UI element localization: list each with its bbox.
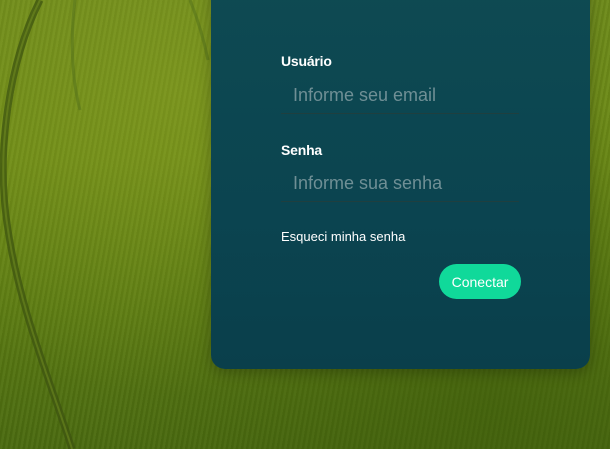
login-panel: Usuário Senha Esqueci minha senha Conect… [211,0,590,369]
forgot-password-link[interactable]: Esqueci minha senha [281,229,405,244]
login-page: Usuário Senha Esqueci minha senha Conect… [0,0,610,449]
password-field[interactable] [281,166,519,202]
connect-button[interactable]: Conectar [439,264,521,299]
email-field[interactable] [281,78,519,114]
password-label: Senha [281,142,323,158]
username-label: Usuário [281,53,332,69]
